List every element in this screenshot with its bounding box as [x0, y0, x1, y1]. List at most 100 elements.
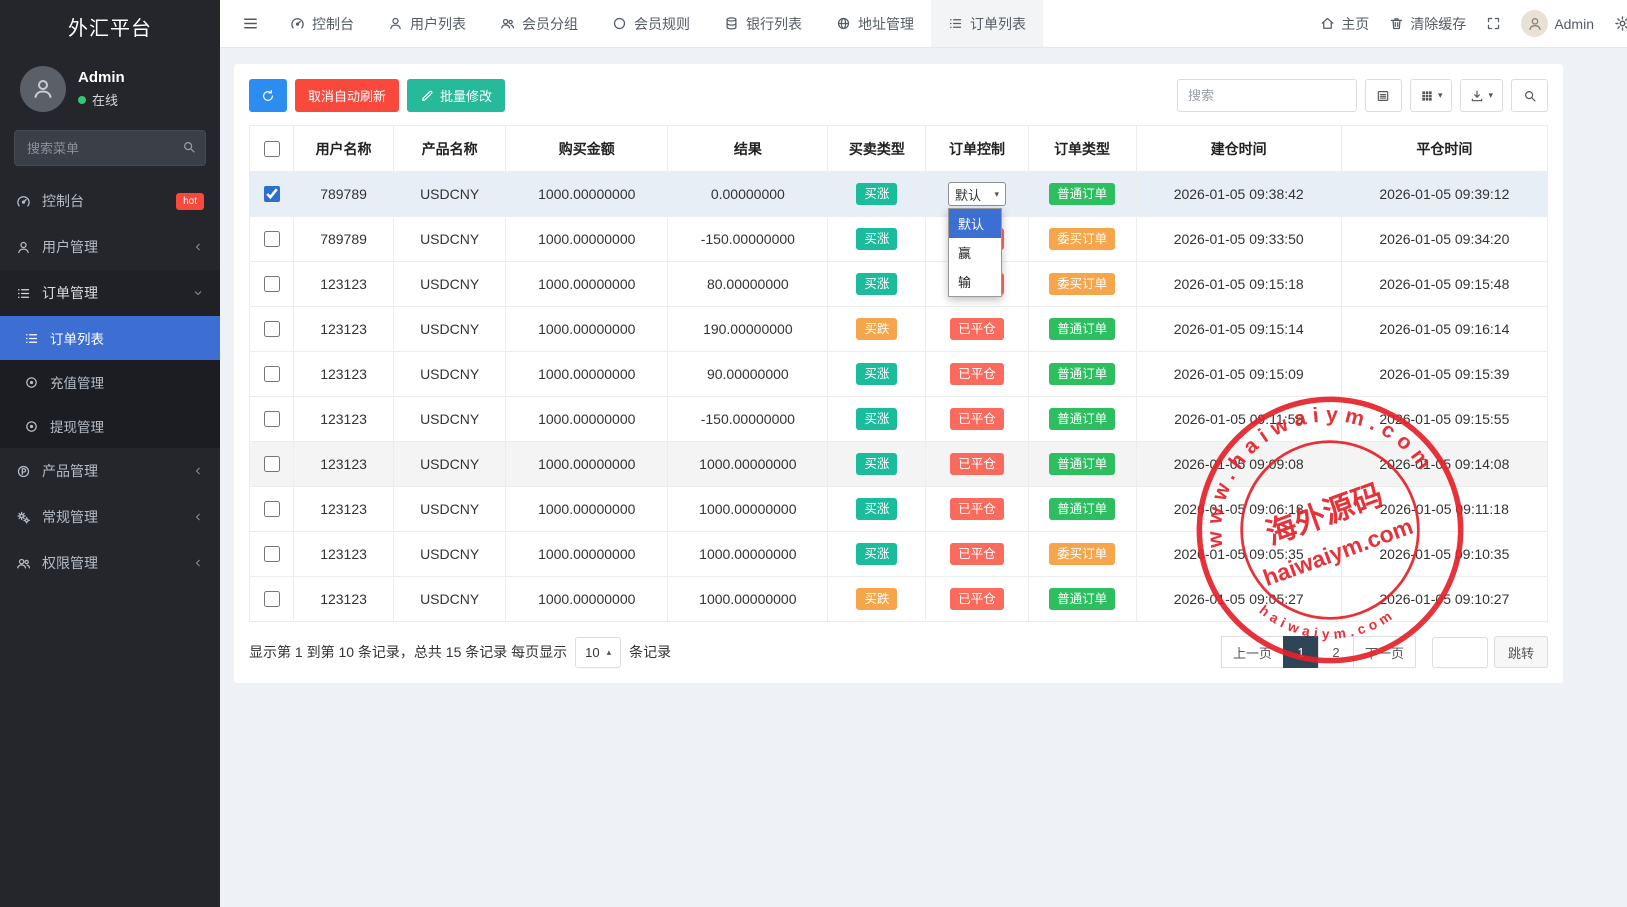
hamburger-menu-icon[interactable] — [228, 0, 273, 47]
table-search-input[interactable] — [1177, 79, 1357, 112]
cell-result: 190.00000000 — [668, 307, 828, 352]
dashboard-icon — [290, 16, 305, 31]
caret-down-icon: ▾ — [1438, 91, 1443, 100]
cell-user-name: 789789 — [294, 172, 394, 217]
app-root: 外汇平台 Admin 在线 控制台 hot 用户管理 — [0, 0, 1627, 907]
row-checkbox[interactable] — [264, 501, 280, 517]
cell-close-time: 2026-01-05 09:34:20 — [1341, 217, 1547, 262]
search-icon — [182, 140, 196, 154]
jump-page-input[interactable] — [1432, 637, 1488, 668]
row-checkbox[interactable] — [264, 231, 280, 247]
refresh-button[interactable] — [249, 79, 287, 112]
sidebar-subitem-recharge[interactable]: 充值管理 — [0, 360, 220, 404]
clear-cache-button[interactable]: 清除缓存 — [1389, 14, 1466, 34]
cell-trade-side: 买涨 — [828, 487, 926, 532]
cell-product-name: USDCNY — [394, 532, 506, 577]
order-type-badge: 普通订单 — [1049, 588, 1115, 611]
chevron-down-icon — [192, 287, 204, 299]
tab-member-groups[interactable]: 会员分组 — [483, 0, 595, 47]
home-link[interactable]: 主页 — [1320, 14, 1369, 34]
page-button-2[interactable]: 2 — [1318, 636, 1354, 668]
toggle-search-button[interactable] — [1511, 79, 1548, 112]
detail-view-button[interactable] — [1365, 79, 1402, 112]
row-checkbox[interactable] — [264, 591, 280, 607]
sidebar-item-dashboard[interactable]: 控制台 hot — [0, 178, 220, 224]
row-checkbox[interactable] — [264, 186, 280, 202]
tab-address-management[interactable]: 地址管理 — [819, 0, 931, 47]
sidebar-subitem-withdraw[interactable]: 提现管理 — [0, 404, 220, 448]
trade-side-badge: 买涨 — [856, 363, 897, 386]
tab-member-rules[interactable]: 会员规则 — [595, 0, 707, 47]
row-check-cell — [250, 262, 294, 307]
cell-result: -150.00000000 — [668, 217, 828, 262]
cell-buy-amount: 1000.00000000 — [506, 442, 668, 487]
user-menu-label: Admin — [1554, 16, 1594, 32]
row-checkbox[interactable] — [264, 456, 280, 472]
cell-open-time: 2026-01-05 09:05:27 — [1136, 577, 1341, 622]
row-checkbox[interactable] — [264, 366, 280, 382]
row-checkbox[interactable] — [264, 276, 280, 292]
sidebar-item-label: 常规管理 — [42, 507, 181, 527]
cell-buy-amount: 1000.00000000 — [506, 487, 668, 532]
cancel-auto-refresh-button[interactable]: 取消自动刷新 — [295, 79, 399, 112]
cell-order-control: 已平仓 — [926, 307, 1028, 352]
batch-edit-button[interactable]: 批量修改 — [407, 79, 505, 112]
cell-order-control: 已平仓 — [926, 577, 1028, 622]
sidebar-subitem-order-list[interactable]: 订单列表 — [0, 316, 220, 360]
column-header: 订单控制 — [926, 126, 1028, 172]
order-control-select-box[interactable]: 默认 ▾ — [948, 182, 1006, 206]
cell-order-type: 普通订单 — [1028, 487, 1136, 532]
cell-open-time: 2026-01-05 09:06:18 — [1136, 487, 1341, 532]
settings-button[interactable] — [1614, 15, 1627, 32]
prev-page-button[interactable]: 上一页 — [1221, 636, 1284, 668]
cell-open-time: 2026-01-05 09:05:35 — [1136, 532, 1341, 577]
sidebar-item-products[interactable]: 产品管理 — [0, 448, 220, 494]
cell-open-time: 2026-01-05 09:11:55 — [1136, 397, 1341, 442]
sidebar-item-order-management[interactable]: 订单管理 — [0, 270, 220, 316]
tab-label: 控制台 — [312, 14, 354, 34]
dropdown-option[interactable]: 赢 — [949, 238, 1001, 267]
cell-trade-side: 买涨 — [828, 262, 926, 307]
cell-trade-side: 买涨 — [828, 442, 926, 487]
sidebar-item-permissions[interactable]: 权限管理 — [0, 540, 220, 586]
sidebar-item-user-management[interactable]: 用户管理 — [0, 224, 220, 270]
caret-up-icon: ▴ — [607, 648, 612, 657]
select-all-checkbox[interactable] — [264, 141, 280, 157]
row-checkbox[interactable] — [264, 321, 280, 337]
cell-trade-side: 买跌 — [828, 307, 926, 352]
order-control-badge: 已平仓 — [950, 363, 1004, 386]
export-button[interactable]: ▾ — [1460, 79, 1503, 112]
dropdown-option[interactable]: 默认 — [949, 209, 1001, 238]
cell-close-time: 2026-01-05 09:14:08 — [1341, 442, 1547, 487]
row-check-cell — [250, 307, 294, 352]
next-page-button[interactable]: 下一页 — [1353, 636, 1416, 668]
page-button-1[interactable]: 1 — [1283, 636, 1319, 668]
page-size-select[interactable]: 10 ▴ — [575, 637, 621, 668]
dropdown-option[interactable]: 输 — [949, 267, 1001, 296]
row-checkbox[interactable] — [264, 546, 280, 562]
select-all-cell — [250, 126, 294, 172]
tab-order-list[interactable]: 订单列表 — [931, 0, 1043, 47]
trade-side-badge: 买涨 — [856, 498, 897, 521]
user-menu[interactable]: Admin — [1521, 10, 1594, 37]
column-header: 用户名称 — [294, 126, 394, 172]
gear-icon — [1614, 15, 1627, 32]
sidebar-item-label: 产品管理 — [42, 461, 181, 481]
menu-search-input[interactable] — [14, 130, 206, 166]
tab-user-list[interactable]: 用户列表 — [371, 0, 483, 47]
cell-close-time: 2026-01-05 09:39:12 — [1341, 172, 1547, 217]
sidebar-item-label: 用户管理 — [42, 237, 181, 257]
chevron-left-icon — [192, 465, 204, 477]
sidebar-item-general-settings[interactable]: 常规管理 — [0, 494, 220, 540]
jump-button[interactable]: 跳转 — [1494, 636, 1548, 668]
cell-order-control: 已平仓 — [926, 487, 1028, 532]
cell-user-name: 123123 — [294, 352, 394, 397]
fullscreen-button[interactable] — [1486, 16, 1501, 31]
tab-bank-list[interactable]: 银行列表 — [707, 0, 819, 47]
cell-buy-amount: 1000.00000000 — [506, 352, 668, 397]
columns-button[interactable]: ▾ — [1410, 79, 1453, 112]
row-checkbox[interactable] — [264, 411, 280, 427]
tab-dashboard[interactable]: 控制台 — [273, 0, 371, 47]
list-icon — [948, 16, 963, 31]
user-icon — [1527, 16, 1543, 32]
